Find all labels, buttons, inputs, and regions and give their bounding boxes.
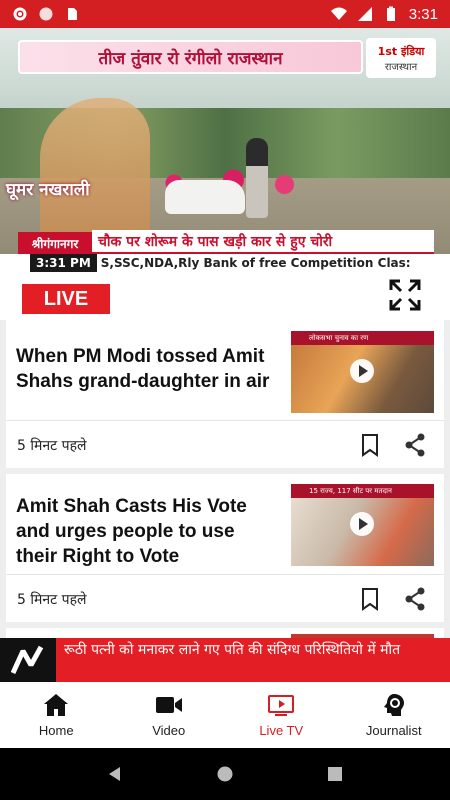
fullscreen-expand-icon[interactable] [388, 278, 422, 312]
nav-home[interactable]: Home [0, 682, 113, 748]
news-card-thumbnail[interactable]: लोकसभा चुनाव का रण [291, 331, 434, 413]
channel-logo-region: राजस्थान [384, 61, 418, 73]
news-card-title: Amit Shah Casts His Vote and urges peopl… [16, 494, 247, 569]
nav-label: Live TV [259, 722, 304, 738]
nav-label: Journalist [365, 722, 422, 738]
settings-icon [13, 7, 27, 21]
video-camera-icon [155, 696, 182, 713]
thumbnail-caption: लोकसभा चुनाव का रण [291, 331, 434, 345]
journalist-icon [383, 693, 404, 716]
time-ago: 5 मिनट पहले [17, 438, 87, 454]
back-icon[interactable] [106, 765, 124, 783]
news-card-title-line: and urges people to use [16, 521, 235, 542]
news-card[interactable]: Amit Shah Casts His Vote and urges peopl… [6, 474, 444, 622]
ticker-text: S,SSC,NDA,Rly Bank of free Competition C… [100, 256, 411, 270]
nav-label: Video [152, 722, 186, 738]
battery-icon [386, 6, 395, 21]
share-icon[interactable] [404, 587, 426, 611]
nav-label: Home [38, 722, 74, 738]
bookmark-icon[interactable] [361, 587, 379, 611]
news-card-title: When PM Modi tossed Amit Shahs grand-dau… [16, 344, 269, 394]
signal-icon [357, 7, 372, 21]
status-time: 3:31 [408, 5, 438, 23]
breaking-news-bar[interactable]: रूठी पत्नी को मनाकर लाने गए पति की संदिग… [0, 638, 450, 682]
nav-journalist[interactable]: Journalist [338, 682, 450, 748]
news-card-thumbnail[interactable]: 15 राज्य, 117 सीट पर मतदान [291, 484, 434, 566]
news-strip: चौक पर शोरूम के पास खड़ी कार से हुए चोरी [92, 230, 434, 254]
recents-icon[interactable] [326, 765, 344, 783]
ticker-time: 3:31 PM [30, 254, 97, 272]
city-tag: श्रीगंगानगर [18, 232, 92, 254]
home-button-icon[interactable] [216, 765, 234, 783]
circle-icon [39, 7, 53, 21]
wifi-icon [330, 7, 347, 20]
news-card-footer: 5 मिनट पहले [6, 420, 444, 468]
tv-play-icon [268, 694, 295, 716]
play-icon[interactable] [350, 359, 374, 383]
news-card-title-line: Shahs grand-daughter in air [16, 371, 270, 392]
system-nav-bar [0, 748, 450, 800]
nav-live-tv[interactable]: Live TV [225, 682, 338, 748]
sd-card-icon [68, 8, 77, 20]
channel-logo-name: 1st इंडिया [377, 44, 425, 58]
news-card-title-line: When PM Modi tossed Amit [16, 346, 265, 367]
live-bar: LIVE [0, 272, 450, 320]
channel-logo: 1st इंडिया राजस्थान [366, 38, 436, 78]
show-name-graphic: घूमर नखराली [6, 180, 90, 200]
share-icon[interactable] [404, 433, 426, 457]
thumbnail-caption: 15 राज्य, 117 सीट पर मतदान [291, 484, 434, 498]
news-card-footer: 5 मिनट पहले [6, 574, 444, 622]
time-ago: 5 मिनट पहले [17, 592, 87, 608]
home-icon [44, 693, 69, 716]
video-frame-car [165, 180, 245, 214]
ticker: 3:31 PM S,SSC,NDA,Rly Bank of free Compe… [0, 254, 450, 272]
live-video-player[interactable]: तीज तुंवार रो रंगीलो राजस्थान 1st इंडिया… [0, 28, 450, 272]
video-frame-person [246, 138, 268, 218]
news-card[interactable] [6, 628, 444, 638]
news-card[interactable]: When PM Modi tossed Amit Shahs grand-dau… [6, 320, 444, 468]
status-bar: 3:31 [0, 0, 450, 28]
news-card-title-line: Amit Shah Casts His Vote [16, 496, 247, 517]
video-headline-banner: तीज तुंवार रो रंगीलो राजस्थान [18, 40, 363, 74]
news-logo-icon [0, 638, 56, 682]
live-badge: LIVE [22, 284, 110, 314]
play-icon[interactable] [350, 512, 374, 536]
bottom-nav: Home Video Live TV Journalist [0, 682, 450, 748]
breaking-news-text: रूठी पत्नी को मनाकर लाने गए पति की संदिग… [64, 642, 401, 658]
news-card-title-line: their Right to Vote [16, 546, 180, 567]
nav-video[interactable]: Video [113, 682, 226, 748]
bookmark-icon[interactable] [361, 433, 379, 457]
